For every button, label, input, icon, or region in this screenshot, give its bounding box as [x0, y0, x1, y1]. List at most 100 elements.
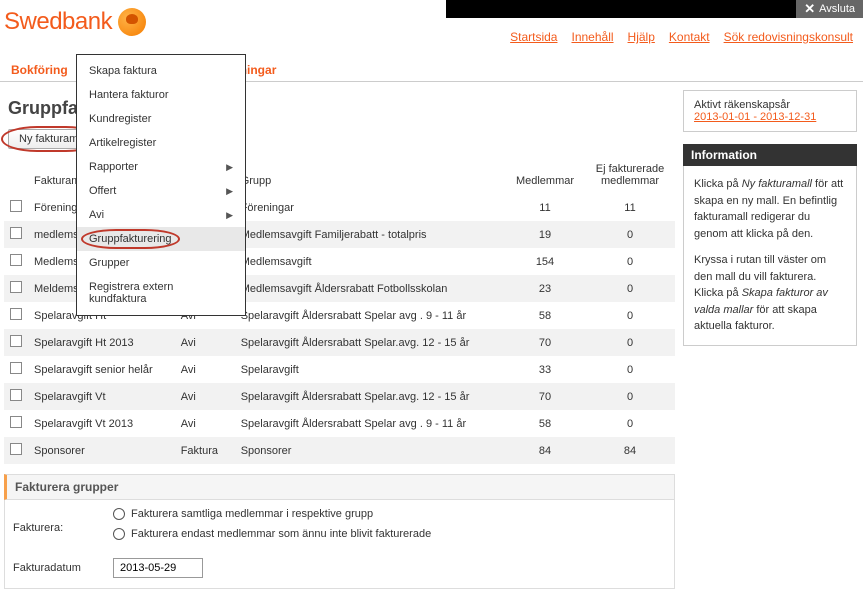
col-grupp[interactable]: Grupp — [235, 157, 505, 194]
col-medlemmar[interactable]: Medlemmar — [505, 157, 585, 194]
brand-text: Swedbank — [4, 8, 112, 36]
toplink-hjalp[interactable]: Hjälp — [628, 30, 655, 44]
fiscal-year-label: Aktivt räkenskapsår — [694, 99, 846, 111]
table-row[interactable]: Spelaravgift Ht 2013AviSpelaravgift Ålde… — [4, 329, 675, 356]
logo-icon — [118, 8, 146, 36]
chevron-right-icon: ▶ — [226, 162, 233, 173]
ny-fakturamall-label: Ny fakturama — [19, 133, 84, 145]
dropdown-item-label: Artikelregister — [89, 137, 156, 149]
cell-mall: Sponsorer — [28, 437, 175, 464]
radio-opt-all[interactable]: Fakturera samtliga medlemmar i respektiv… — [113, 508, 431, 520]
cell-mall: Spelaravgift Vt 2013 — [28, 410, 175, 437]
cell-ej: 84 — [585, 437, 675, 464]
cell-ej: 0 — [585, 221, 675, 248]
table-row[interactable]: Spelaravgift senior helårAviSpelaravgift… — [4, 356, 675, 383]
fiscal-year-link[interactable]: 2013-01-01 - 2013-12-31 — [694, 111, 816, 123]
black-bar — [446, 0, 796, 18]
dropdown-item-hantera-fakturor[interactable]: Hantera fakturor — [77, 83, 245, 107]
cell-ej: 0 — [585, 329, 675, 356]
row-checkbox[interactable] — [10, 200, 22, 212]
info-em: Ny fakturamall — [742, 178, 812, 190]
row-checkbox[interactable] — [10, 362, 22, 374]
table-row[interactable]: Spelaravgift VtAviSpelaravgift Åldersrab… — [4, 383, 675, 410]
cell-grupp: Föreningar — [235, 194, 505, 222]
dropdown-item-label: Hantera fakturor — [89, 89, 168, 101]
cell-med: 154 — [505, 248, 585, 275]
cell-med: 70 — [505, 383, 585, 410]
col-ej[interactable]: Ej fakturerade medlemmar — [585, 157, 675, 194]
cell-typ: Faktura — [175, 437, 235, 464]
row-checkbox[interactable] — [10, 254, 22, 266]
cell-mall: Spelaravgift Vt — [28, 383, 175, 410]
cell-mall: Spelaravgift senior helår — [28, 356, 175, 383]
cell-med: 19 — [505, 221, 585, 248]
cell-typ: Avi — [175, 410, 235, 437]
cell-med: 33 — [505, 356, 585, 383]
cell-grupp: Spelaravgift Åldersrabatt Spelar avg . 9… — [235, 410, 505, 437]
dropdown-item-artikelregister[interactable]: Artikelregister — [77, 131, 245, 155]
cell-grupp: Sponsorer — [235, 437, 505, 464]
header: Swedbank ✕ Avsluta Startsida Innehåll Hj… — [0, 0, 863, 50]
dropdown-item-offert[interactable]: Offert ▶ — [77, 179, 245, 203]
table-row[interactable]: Spelaravgift Vt 2013AviSpelaravgift Ålde… — [4, 410, 675, 437]
cell-grupp: Medlemsavgift — [235, 248, 505, 275]
cell-med: 70 — [505, 329, 585, 356]
info-head: Information — [683, 144, 857, 166]
fakturadatum-input[interactable] — [113, 558, 203, 578]
cell-ej: 0 — [585, 383, 675, 410]
dropdown-item-label: Offert — [89, 185, 116, 197]
toplink-sok[interactable]: Sök redovisningskonsult — [724, 30, 853, 44]
kundfakturering-dropdown: Skapa faktura Hantera fakturor Kundregiste… — [76, 54, 246, 316]
dropdown-item-label: Avi — [89, 209, 104, 221]
radio-opt-all-label: Fakturera samtliga medlemmar i respektiv… — [131, 508, 373, 520]
cell-mall: Spelaravgift Ht 2013 — [28, 329, 175, 356]
dropdown-item-label: Rapporter — [89, 161, 138, 173]
dropdown-item-gruppfakturering[interactable]: Gruppfakturering — [77, 227, 245, 251]
top-links: Startsida Innehåll Hjälp Kontakt Sök red… — [510, 30, 853, 44]
cell-typ: Avi — [175, 356, 235, 383]
dropdown-item-avi[interactable]: Avi▶ — [77, 203, 245, 227]
cell-ej: 0 — [585, 356, 675, 383]
cell-ej: 0 — [585, 410, 675, 437]
panel-body: Fakturera: Fakturera samtliga medlemmar … — [4, 500, 675, 589]
dropdown-item-label: Grupper — [89, 257, 129, 269]
toplink-innehall[interactable]: Innehåll — [571, 30, 613, 44]
cell-typ: Avi — [175, 383, 235, 410]
cell-grupp: Spelaravgift Åldersrabatt Spelar.avg. 12… — [235, 329, 505, 356]
chevron-right-icon: ▶ — [226, 186, 233, 197]
cell-med: 23 — [505, 275, 585, 302]
radio-opt-unbilled[interactable]: Fakturera endast medlemmar som ännu inte… — [113, 528, 431, 540]
dropdown-item-label: Gruppfakturering — [89, 233, 172, 245]
sidebar: Aktivt räkenskapsår 2013-01-01 - 2013-12… — [683, 82, 863, 346]
toplink-startsida[interactable]: Startsida — [510, 30, 557, 44]
cell-typ: Avi — [175, 329, 235, 356]
radio-opt-unbilled-label: Fakturera endast medlemmar som ännu inte… — [131, 528, 431, 540]
toplink-kontakt[interactable]: Kontakt — [669, 30, 710, 44]
dropdown-item-label: Skapa faktura — [89, 65, 157, 77]
row-checkbox[interactable] — [10, 281, 22, 293]
tab-bokforing[interactable]: Bokföring — [0, 58, 79, 81]
row-checkbox[interactable] — [10, 389, 22, 401]
row-checkbox[interactable] — [10, 443, 22, 455]
table-row[interactable]: SponsorerFakturaSponsorer8484 — [4, 437, 675, 464]
dropdown-item-rapporter[interactable]: Rapporter ▶ — [77, 155, 245, 179]
radio-icon — [113, 528, 125, 540]
radio-icon — [113, 508, 125, 520]
dropdown-item-kundregister[interactable]: Kundregister — [77, 107, 245, 131]
cell-ej: 11 — [585, 194, 675, 222]
row-checkbox[interactable] — [10, 227, 22, 239]
cell-grupp: Medlemsavgift Familjerabatt - totalpris — [235, 221, 505, 248]
dropdown-item-grupper[interactable]: Grupper — [77, 251, 245, 275]
fiscal-year-box: Aktivt räkenskapsår 2013-01-01 - 2013-12… — [683, 90, 857, 132]
dropdown-item-skapa-faktura[interactable]: Skapa faktura — [77, 59, 245, 83]
dropdown-item-label: Kundregister — [89, 113, 151, 125]
row-checkbox[interactable] — [10, 308, 22, 320]
row-checkbox[interactable] — [10, 416, 22, 428]
cell-med: 58 — [505, 410, 585, 437]
info-text: Klicka på — [694, 178, 742, 190]
cell-med: 58 — [505, 302, 585, 329]
logout-button[interactable]: ✕ Avsluta — [796, 0, 863, 18]
dropdown-item-registrera-extern-kundfaktura[interactable]: Registrera extern kundfaktura — [77, 275, 245, 311]
cell-grupp: Spelaravgift Åldersrabatt Spelar.avg. 12… — [235, 383, 505, 410]
row-checkbox[interactable] — [10, 335, 22, 347]
